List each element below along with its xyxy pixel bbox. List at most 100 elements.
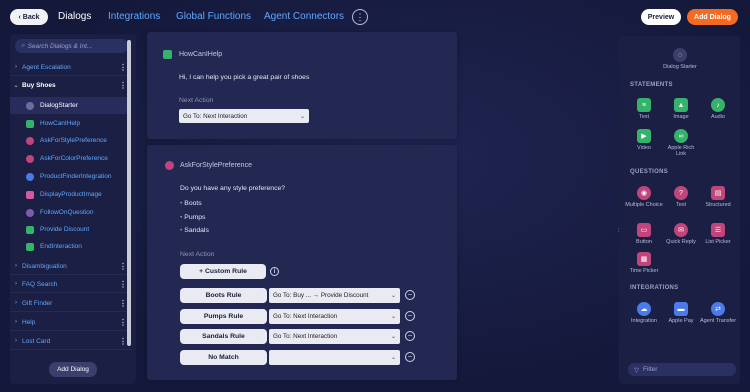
kebab-menu-icon[interactable]: ⋮	[119, 280, 127, 289]
rule-button-sandals[interactable]: Sandals Rule	[180, 329, 267, 344]
palette-statement-image[interactable]: ▲ Image	[662, 98, 700, 120]
remove-rule-icon[interactable]: −	[405, 290, 415, 300]
palette-item-label: Time Picker	[629, 268, 659, 274]
sidebar-item-productfinderintegration[interactable]: ProductFinderIntegration	[10, 168, 128, 185]
tab-dialogs[interactable]: Dialogs	[58, 11, 91, 22]
rule-button-boots[interactable]: Boots Rule	[180, 288, 267, 303]
palette-question-structured[interactable]: ▤ Structured	[699, 186, 737, 208]
palette-apple-pay[interactable]: ▬ Apple Pay	[662, 302, 700, 324]
sidebar-item-label: AskForStylePreference	[40, 137, 107, 144]
rule-action-select-boots[interactable]: Go To: Buy ... → Provide Discount ⌄	[269, 288, 400, 303]
palette-agent-transfer[interactable]: ⇄ Agent Transfer	[699, 302, 737, 324]
palette-item-label: Dialog Starter	[663, 64, 697, 70]
palette-question-quick-reply[interactable]: ✉ Quick Reply	[662, 223, 700, 245]
text-icon	[26, 119, 34, 128]
palette-dialog-starter[interactable]: ◌ Dialog Starter	[660, 48, 700, 70]
rule-action-select-sandals[interactable]: Go To: Next Interaction ⌄	[269, 329, 400, 344]
sidebar-item-dialogstarter[interactable]: DialogStarter	[10, 97, 128, 114]
kebab-menu-icon[interactable]: ⋮	[119, 262, 127, 271]
palette-statement-audio[interactable]: ♪ Audio	[699, 98, 737, 120]
remove-rule-icon[interactable]: −	[405, 352, 415, 362]
structured-icon: ▤	[711, 186, 725, 200]
kebab-menu-icon[interactable]: ⋮	[119, 318, 127, 327]
sidebar-item-askforcolorpreference[interactable]: AskForColorPreference	[10, 150, 128, 167]
image-icon	[26, 190, 34, 199]
chevron-right-icon: ›	[15, 319, 17, 325]
palette-item-label: Audio	[710, 114, 726, 120]
kebab-menu-icon[interactable]: ⋮	[119, 81, 127, 90]
sidebar-group-disambiguation[interactable]: › Disambiguation ⋮	[10, 258, 132, 275]
search-dialogs-input[interactable]: ⌕ Search Dialogs & Int...	[15, 39, 128, 53]
palette-statement-apple-rich-link[interactable]: ∞ Apple Rich Link	[662, 129, 700, 157]
filter-icon: ▽	[634, 366, 639, 374]
chevron-down-icon: ⌄	[390, 334, 396, 340]
tab-integrations[interactable]: Integrations	[108, 11, 160, 22]
sidebar-item-label: DisplayProductImage	[40, 191, 102, 198]
custom-rule-button[interactable]: + Custom Rule	[180, 264, 266, 279]
audio-icon: ♪	[711, 98, 725, 112]
palette-question-time-picker[interactable]: ▦ Time Picker	[625, 252, 663, 274]
element-palette: ◌ Dialog Starter STATEMENTS ≡ Text ▲ Ima…	[619, 36, 740, 384]
rule-action-value: Go To: Next Interaction	[273, 333, 338, 340]
node-question: Do you have any style preference?	[180, 185, 286, 192]
dialogs-sidebar: ⌕ Search Dialogs & Int... › Agent Escala…	[10, 34, 136, 384]
palette-item-label: Video	[637, 145, 651, 151]
tab-global-functions[interactable]: Global Functions	[176, 11, 251, 22]
sidebar-group-help[interactable]: › Help ⋮	[10, 314, 132, 331]
info-icon[interactable]: i	[270, 267, 279, 276]
remove-rule-icon[interactable]: −	[405, 331, 415, 341]
palette-item-label: Quick Reply	[666, 239, 696, 245]
sidebar-group-agent-escalation[interactable]: › Agent Escalation ⋮	[10, 59, 132, 76]
kebab-menu-icon[interactable]: ⋮	[119, 337, 127, 346]
sidebar-item-followonquestion[interactable]: FollowOnQuestion	[10, 204, 128, 221]
rule-button-no-match[interactable]: No Match	[180, 350, 267, 365]
sidebar-item-provide-discount[interactable]: Provide Discount	[10, 221, 128, 238]
filter-placeholder: Filter	[643, 366, 658, 373]
preview-button[interactable]: Preview	[641, 9, 681, 25]
sidebar-group-gift-finder[interactable]: › Gift Finder ⋮	[10, 295, 132, 312]
palette-question-multiple-choice[interactable]: ◉ Multiple Choice	[625, 186, 663, 208]
sidebar-item-displayproductimage[interactable]: DisplayProductImage	[10, 186, 128, 203]
add-dialog-button[interactable]: Add Dialog	[687, 9, 738, 25]
sidebar-scrollbar[interactable]	[127, 40, 131, 346]
next-action-select[interactable]: Go To: Next Interaction ⌄	[179, 109, 309, 123]
palette-statement-text[interactable]: ≡ Text	[625, 98, 663, 120]
palette-question-button[interactable]: ▭ Button	[625, 223, 663, 245]
rule-action-select-pumps[interactable]: Go To: Next Interaction ⌄	[269, 309, 400, 324]
search-placeholder: Search Dialogs & Int...	[27, 42, 93, 50]
sidebar-item-label: ProductFinderIntegration	[40, 173, 112, 180]
palette-question-list-picker[interactable]: ☰ List Picker	[699, 223, 737, 245]
image-icon: ▲	[674, 98, 688, 112]
sidebar-item-label: HowCanIHelp	[40, 120, 81, 127]
dialog-node-howcanihelp[interactable]: HowCanIHelp Hi, I can help you pick a gr…	[147, 32, 457, 139]
rule-action-select-no-match[interactable]: ⌄	[269, 350, 400, 365]
palette-item-label: Button	[636, 239, 652, 245]
sidebar-item-askforstylepreference[interactable]: AskForStylePreference	[10, 132, 128, 149]
chevron-down-icon: ⌄	[390, 293, 396, 299]
palette-integration[interactable]: ☁ Integration	[625, 302, 663, 324]
dialog-node-askforstylepreference[interactable]: AskForStylePreference Do you have any st…	[147, 145, 457, 380]
kebab-menu-icon[interactable]: ⋮	[119, 299, 127, 308]
palette-item-label: Structured	[705, 202, 731, 208]
palette-filter-input[interactable]: ▽ Filter	[628, 363, 736, 376]
multiple-choice-icon: ◉	[637, 186, 651, 200]
dialog-starter-icon: ◌	[673, 48, 687, 62]
sidebar-add-dialog-button[interactable]: Add Dialog	[49, 362, 97, 377]
text-icon	[26, 242, 34, 251]
sidebar-item-endinteraction[interactable]: EndInteraction	[10, 238, 128, 255]
back-button[interactable]: ‹ Back	[10, 9, 48, 25]
more-options-icon[interactable]: ⋮	[352, 9, 368, 25]
button-icon: ▭	[637, 223, 651, 237]
section-statements: STATEMENTS	[630, 82, 673, 88]
palette-question-text[interactable]: ? Text	[662, 186, 700, 208]
sidebar-group-lost-card[interactable]: › Lost Card ⋮	[10, 333, 132, 350]
rule-button-pumps[interactable]: Pumps Rule	[180, 309, 267, 324]
next-action-label: Next Action	[179, 97, 214, 104]
remove-rule-icon[interactable]: −	[405, 311, 415, 321]
sidebar-item-howcanihelp[interactable]: HowCanIHelp	[10, 115, 128, 132]
sidebar-group-faq-search[interactable]: › FAQ Search ⋮	[10, 276, 132, 293]
kebab-menu-icon[interactable]: ⋮	[119, 63, 127, 72]
sidebar-group-buy-shoes[interactable]: ⌄ Buy Shoes ⋮	[10, 77, 132, 94]
palette-statement-video[interactable]: ▶ Video	[625, 129, 663, 151]
tab-agent-connectors[interactable]: Agent Connectors	[264, 11, 344, 22]
